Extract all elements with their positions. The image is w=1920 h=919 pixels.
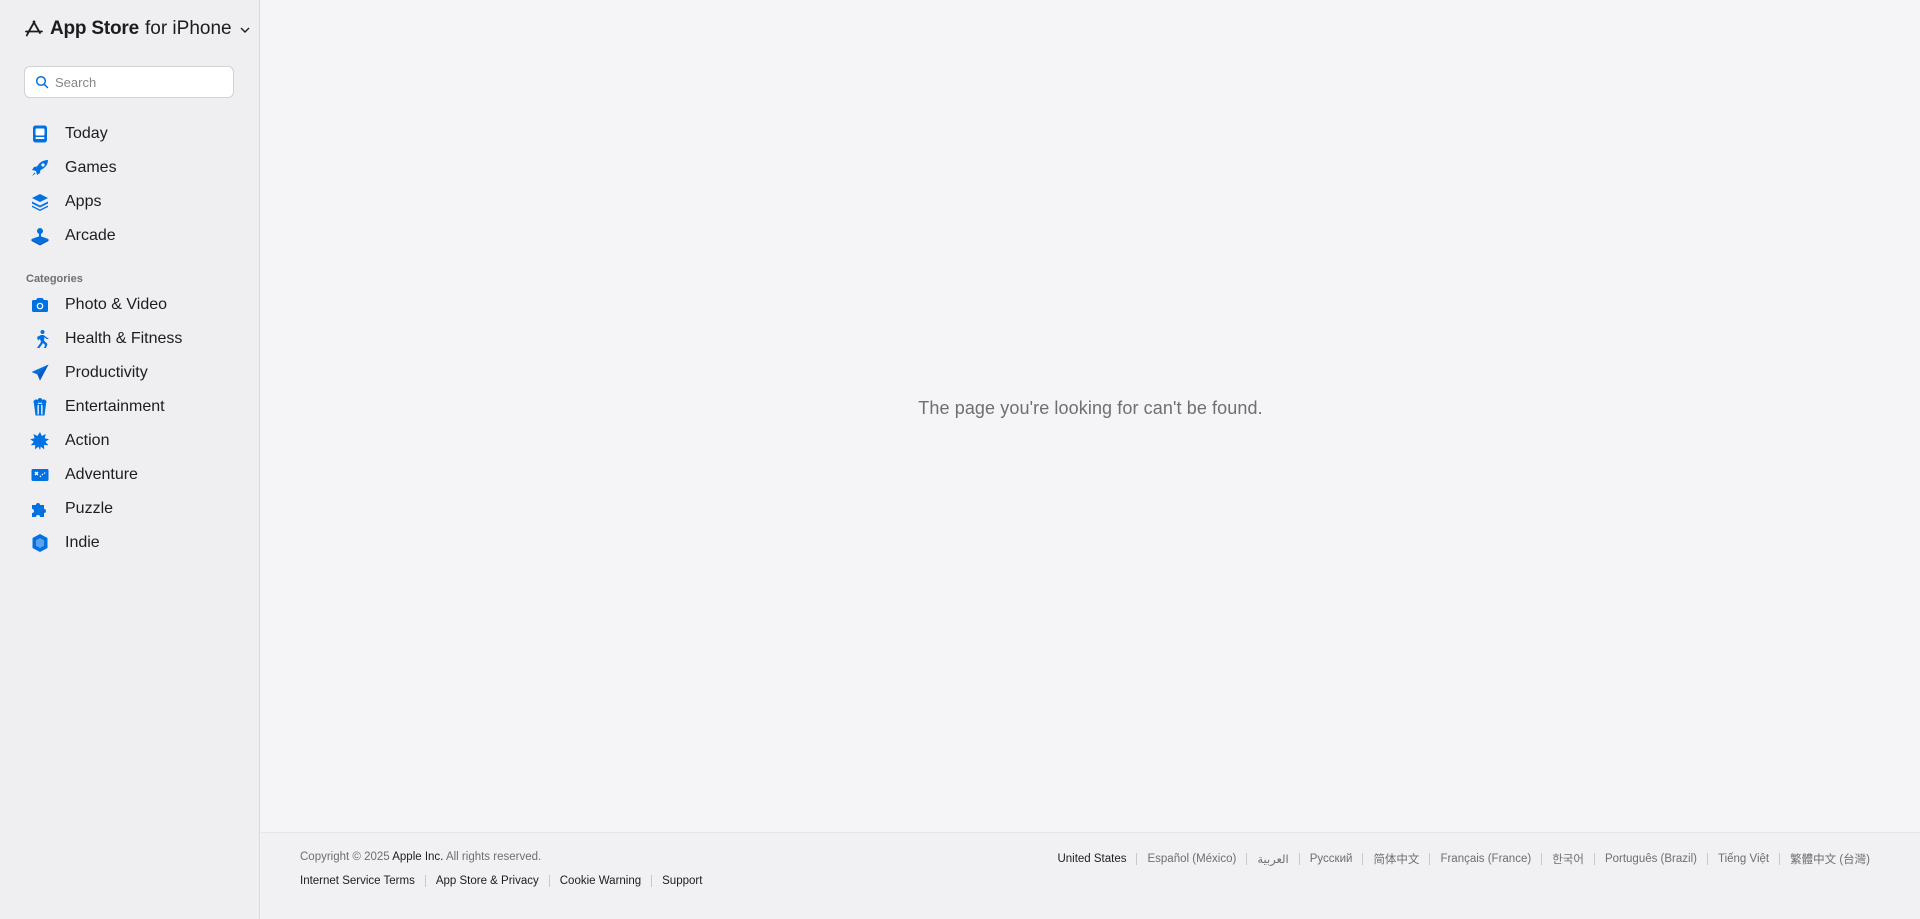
runner-icon — [30, 329, 50, 349]
divider — [1593, 853, 1595, 865]
divider — [1706, 853, 1708, 865]
search-input[interactable] — [55, 74, 225, 90]
divider — [651, 875, 653, 887]
nav-item-label: Indie — [65, 534, 100, 551]
map-icon — [30, 465, 50, 485]
sidebar: App Store for iPhone Today Games — [0, 0, 260, 919]
nav-item-label: Adventure — [65, 466, 138, 483]
camera-icon — [30, 295, 50, 315]
divider — [424, 875, 426, 887]
footer: Copyright © 2025 Apple Inc. All rights r… — [261, 832, 1920, 919]
nav-item-label: Photo & Video — [65, 296, 168, 313]
nav-item-apps[interactable]: Apps — [24, 185, 244, 219]
nav-item-label: Productivity — [65, 364, 148, 381]
nav-item-action[interactable]: Action — [24, 424, 244, 458]
legal-links: Internet Service Terms App Store & Priva… — [300, 875, 702, 887]
nav-item-label: Entertainment — [65, 398, 165, 415]
divider — [1362, 853, 1364, 865]
nav-item-today[interactable]: Today — [24, 117, 244, 151]
nav-item-label: Health & Fitness — [65, 330, 183, 347]
search-box[interactable] — [24, 66, 234, 98]
chevron-down-icon — [240, 27, 250, 33]
nav-item-label: Arcade — [65, 227, 116, 244]
search-icon — [35, 75, 49, 89]
nav-item-entertainment[interactable]: Entertainment — [24, 390, 244, 424]
nav-item-indie[interactable]: Indie — [24, 526, 244, 560]
lang-traditional-chinese[interactable]: 繁體中文 (台灣) — [1790, 851, 1870, 867]
divider — [548, 875, 550, 887]
lang-russian[interactable]: Русский — [1310, 853, 1353, 865]
shield-icon — [30, 533, 50, 553]
brand-platform: for iPhone — [144, 18, 232, 39]
lang-korean[interactable]: 한국어 — [1552, 851, 1584, 867]
categories-heading: Categories — [26, 273, 83, 285]
nav-item-health-fitness[interactable]: Health & Fitness — [24, 322, 244, 356]
lang-united-states[interactable]: United States — [1057, 853, 1126, 865]
divider — [1136, 853, 1138, 865]
app-store-platform-menu[interactable]: App Store for iPhone — [24, 18, 251, 40]
lang-portugues-brazil[interactable]: Português (Brazil) — [1605, 853, 1697, 865]
app-store-privacy-link[interactable]: App Store & Privacy — [436, 875, 539, 887]
cookie-warning-link[interactable]: Cookie Warning — [560, 875, 641, 887]
rocket-icon — [30, 158, 50, 178]
nav-item-label: Today — [65, 125, 108, 142]
categories-nav: Photo & Video Health & Fitness Productiv… — [24, 288, 244, 560]
rights-text: All rights reserved. — [445, 851, 542, 863]
today-icon — [30, 124, 50, 144]
divider — [1429, 853, 1431, 865]
copyright-prefix: Copyright © 2025 — [300, 851, 390, 863]
main-nav: Today Games Apps Arcade — [24, 117, 244, 253]
puzzle-icon — [30, 499, 50, 519]
lang-arabic[interactable]: العربية — [1257, 852, 1288, 866]
lang-tieng-viet[interactable]: Tiếng Việt — [1718, 853, 1769, 865]
divider — [1246, 853, 1248, 865]
divider — [1779, 853, 1781, 865]
apple-inc-link[interactable]: Apple Inc. — [392, 851, 443, 863]
nav-item-label: Puzzle — [65, 500, 114, 517]
nav-item-productivity[interactable]: Productivity — [24, 356, 244, 390]
layers-icon — [30, 192, 50, 212]
popcorn-icon — [30, 397, 50, 417]
nav-item-arcade[interactable]: Arcade — [24, 219, 244, 253]
lang-espanol-mexico[interactable]: Español (México) — [1147, 853, 1236, 865]
nav-item-games[interactable]: Games — [24, 151, 244, 185]
nav-item-puzzle[interactable]: Puzzle — [24, 492, 244, 526]
internet-service-terms-link[interactable]: Internet Service Terms — [300, 875, 415, 887]
copyright: Copyright © 2025 Apple Inc. All rights r… — [300, 851, 541, 863]
burst-icon — [30, 431, 50, 451]
nav-item-label: Games — [65, 159, 117, 176]
nav-item-adventure[interactable]: Adventure — [24, 458, 244, 492]
nav-item-photo-video[interactable]: Photo & Video — [24, 288, 244, 322]
support-link[interactable]: Support — [662, 875, 702, 887]
divider — [1298, 853, 1300, 865]
divider — [1541, 853, 1543, 865]
paper-plane-icon — [30, 363, 50, 383]
nav-item-label: Apps — [65, 193, 102, 210]
app-store-logo-icon — [25, 20, 43, 37]
lang-francais-france[interactable]: Français (France) — [1440, 853, 1531, 865]
joystick-icon — [30, 226, 50, 246]
lang-simplified-chinese[interactable]: 简体中文 — [1373, 851, 1419, 867]
nav-item-label: Action — [65, 432, 110, 449]
brand-name: App Store — [50, 18, 139, 39]
language-links: United States Español (México) العربية Р… — [1057, 851, 1870, 867]
not-found-message: The page you're looking for can't be fou… — [918, 398, 1263, 418]
